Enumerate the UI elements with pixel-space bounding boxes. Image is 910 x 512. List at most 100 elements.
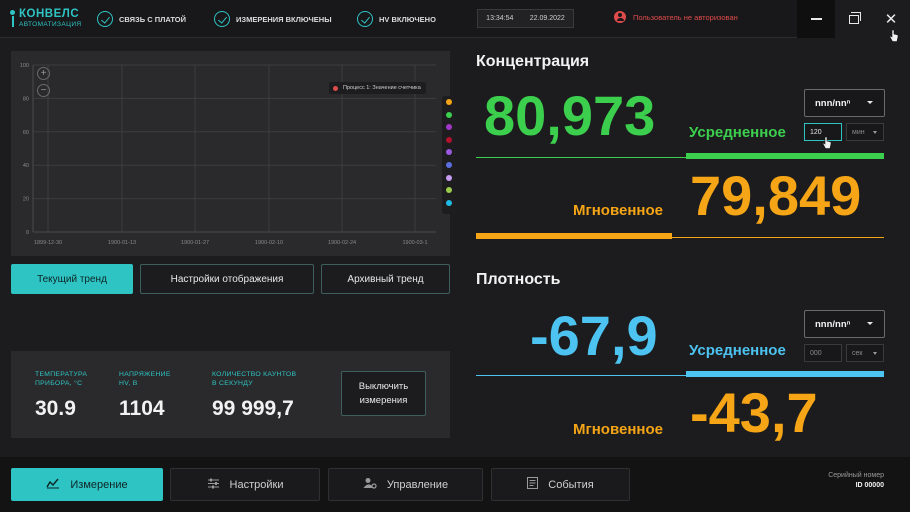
- hand-cursor-icon: [822, 136, 832, 149]
- sliders-icon: [207, 478, 220, 492]
- nav-measurement[interactable]: Измерение: [11, 468, 163, 501]
- chevron-down-icon: [867, 322, 873, 325]
- x-tick-label: 1900-03-1: [402, 240, 427, 246]
- concentration-avg-value: 80,973: [484, 84, 656, 147]
- status-label: СВЯЗЬ С ПЛАТОЙ: [119, 14, 187, 24]
- user-status-text: Пользователь не авторизован: [633, 12, 738, 22]
- concentration-inst-value: 79,849: [690, 164, 862, 227]
- counts-label-line1: КОЛИЧЕСТВО КАУНТОВ: [212, 371, 297, 378]
- series-color-dot[interactable]: [446, 174, 452, 181]
- series-color-dot[interactable]: [446, 111, 452, 118]
- concentration-period-unit-select[interactable]: мин: [846, 123, 884, 141]
- logo-mark-icon: [10, 10, 15, 27]
- x-tick-label: 1900-02-10: [255, 240, 283, 246]
- status-label: ИЗМЕРЕНИЯ ВКЛЮЧЕНЫ: [236, 14, 332, 24]
- series-color-dot[interactable]: [446, 136, 452, 143]
- stop-measurements-button[interactable]: Выключить измерения: [341, 371, 426, 416]
- minimize-icon: [810, 18, 822, 20]
- density-period-input[interactable]: 000: [804, 344, 842, 362]
- time-text: 13:34:54: [486, 15, 514, 22]
- status-board-link: СВЯЗЬ С ПЛАТОЙ: [97, 10, 186, 28]
- temperature-label-line1: ТЕМПЕРАТУРА: [35, 371, 88, 378]
- series-color-dot[interactable]: [446, 149, 452, 156]
- concentration-unit-select[interactable]: nnn/nnⁿ: [804, 89, 885, 117]
- legend-marker: [333, 85, 338, 91]
- x-tick-label: 1900-01-27: [181, 240, 209, 246]
- close-icon: ✕: [884, 10, 898, 28]
- legend-label: Процесс 1: Значение счетчика: [343, 85, 421, 91]
- series-color-dot[interactable]: [446, 99, 452, 105]
- zoom-in-button[interactable]: +: [37, 67, 50, 80]
- density-unit-select[interactable]: nnn/nnⁿ: [804, 310, 885, 338]
- nav-settings-label: Настройки: [229, 478, 284, 491]
- tab-current-trend[interactable]: Текущий тренд: [11, 264, 133, 294]
- stop-button-line1: Выключить: [358, 380, 409, 392]
- y-tick-label: 100: [20, 63, 29, 69]
- chart-legend: Процесс 1: Значение счетчика: [329, 82, 426, 94]
- x-tick-label: 1900-02-24: [328, 240, 356, 246]
- nav-control[interactable]: Управление: [328, 468, 483, 501]
- counts-value: 99 999,7: [212, 397, 294, 420]
- hand-cursor-icon: [889, 29, 899, 42]
- logo-subtitle: АВТОМАТИЗАЦИЯ: [19, 21, 82, 28]
- voltage-label-line2: HV, В: [119, 379, 138, 387]
- datetime-display: 13:34:54 22.09.2022: [477, 9, 574, 28]
- serial-number-label: Серийный номер: [828, 472, 884, 479]
- voltage-label-line1: НАПРЯЖЕНИЕ: [119, 371, 171, 378]
- serial-number: Серийный номер ID 00000: [828, 471, 884, 491]
- trend-chart-icon: [46, 477, 60, 492]
- counts-label: КОЛИЧЕСТВО КАУНТОВ В СЕКУНДУ: [212, 371, 296, 388]
- logo-name: КОНВЕЛС: [19, 8, 80, 20]
- concentration-avg-label: Усредненное: [689, 124, 786, 141]
- chevron-down-icon: [873, 352, 877, 355]
- x-tick-label: 1900-01-13: [108, 240, 136, 246]
- chevron-down-icon: [873, 131, 877, 134]
- serial-number-value: ID 00000: [855, 482, 884, 489]
- series-color-dot[interactable]: [446, 199, 452, 206]
- density-inst-label: Мгновенное: [573, 421, 663, 438]
- date-text: 22.09.2022: [529, 15, 565, 22]
- concentration-avg-bar: [686, 153, 884, 159]
- minimize-button[interactable]: [797, 0, 835, 38]
- density-unit-value: nnn/nnⁿ: [815, 318, 851, 330]
- concentration-inst-label: Мгновенное: [573, 202, 663, 219]
- trend-chart-panel: 0 20 40 60 80 100 1899-12-30 1900-01-13 1900-01-…: [11, 51, 456, 256]
- stop-button-line2: измерения: [359, 394, 408, 406]
- restore-icon: [849, 11, 861, 24]
- chevron-down-icon: [867, 101, 873, 104]
- device-info-panel: ТЕМПЕРАТУРА ПРИБОРА, °С 30.9 НАПРЯЖЕНИЕ …: [11, 351, 450, 438]
- concentration-period-unit: мин: [852, 128, 865, 136]
- nav-events-label: События: [548, 478, 594, 491]
- density-avg-label: Усредненное: [689, 342, 786, 359]
- concentration-title: Концентрация: [476, 53, 590, 70]
- density-period-unit-select[interactable]: сек: [846, 344, 884, 362]
- bottom-navigation: Измерение Настройки Управление События С…: [0, 457, 910, 512]
- concentration-unit-value: nnn/nnⁿ: [815, 97, 851, 109]
- tab-display-settings[interactable]: Настройки отображения: [140, 264, 314, 294]
- check-circle-icon: [97, 11, 113, 27]
- status-label: HV ВКЛЮЧЕНО: [379, 14, 436, 24]
- company-logo: КОНВЕЛС АВТОМАТИЗАЦИЯ: [10, 7, 82, 31]
- x-tick-label: 1899-12-30: [34, 240, 62, 246]
- series-color-dot[interactable]: [446, 187, 452, 194]
- density-period-unit: сек: [852, 349, 863, 357]
- temperature-value: 30.9: [35, 397, 76, 420]
- series-color-strip: [442, 96, 456, 214]
- y-tick-label: 60: [23, 130, 29, 136]
- density-title: Плотность: [476, 271, 561, 288]
- voltage-label: НАПРЯЖЕНИЕ HV, В: [119, 371, 171, 388]
- zoom-out-button[interactable]: −: [37, 84, 50, 97]
- user-gear-icon: [363, 477, 377, 492]
- series-color-dot[interactable]: [446, 124, 452, 131]
- concentration-inst-bar: [476, 233, 672, 239]
- temperature-label: ТЕМПЕРАТУРА ПРИБОРА, °С: [35, 371, 87, 388]
- tab-archive-trend[interactable]: Архивный тренд: [321, 264, 450, 294]
- series-color-dot[interactable]: [446, 162, 452, 168]
- nav-events[interactable]: События: [491, 468, 630, 501]
- temperature-label-line2: ПРИБОРА, °С: [35, 379, 83, 387]
- y-tick-label: 40: [23, 163, 29, 169]
- user-status[interactable]: Пользователь не авторизован: [614, 11, 738, 23]
- nav-settings[interactable]: Настройки: [170, 468, 320, 501]
- density-avg-bar: [686, 371, 884, 377]
- restore-button[interactable]: [835, 0, 873, 38]
